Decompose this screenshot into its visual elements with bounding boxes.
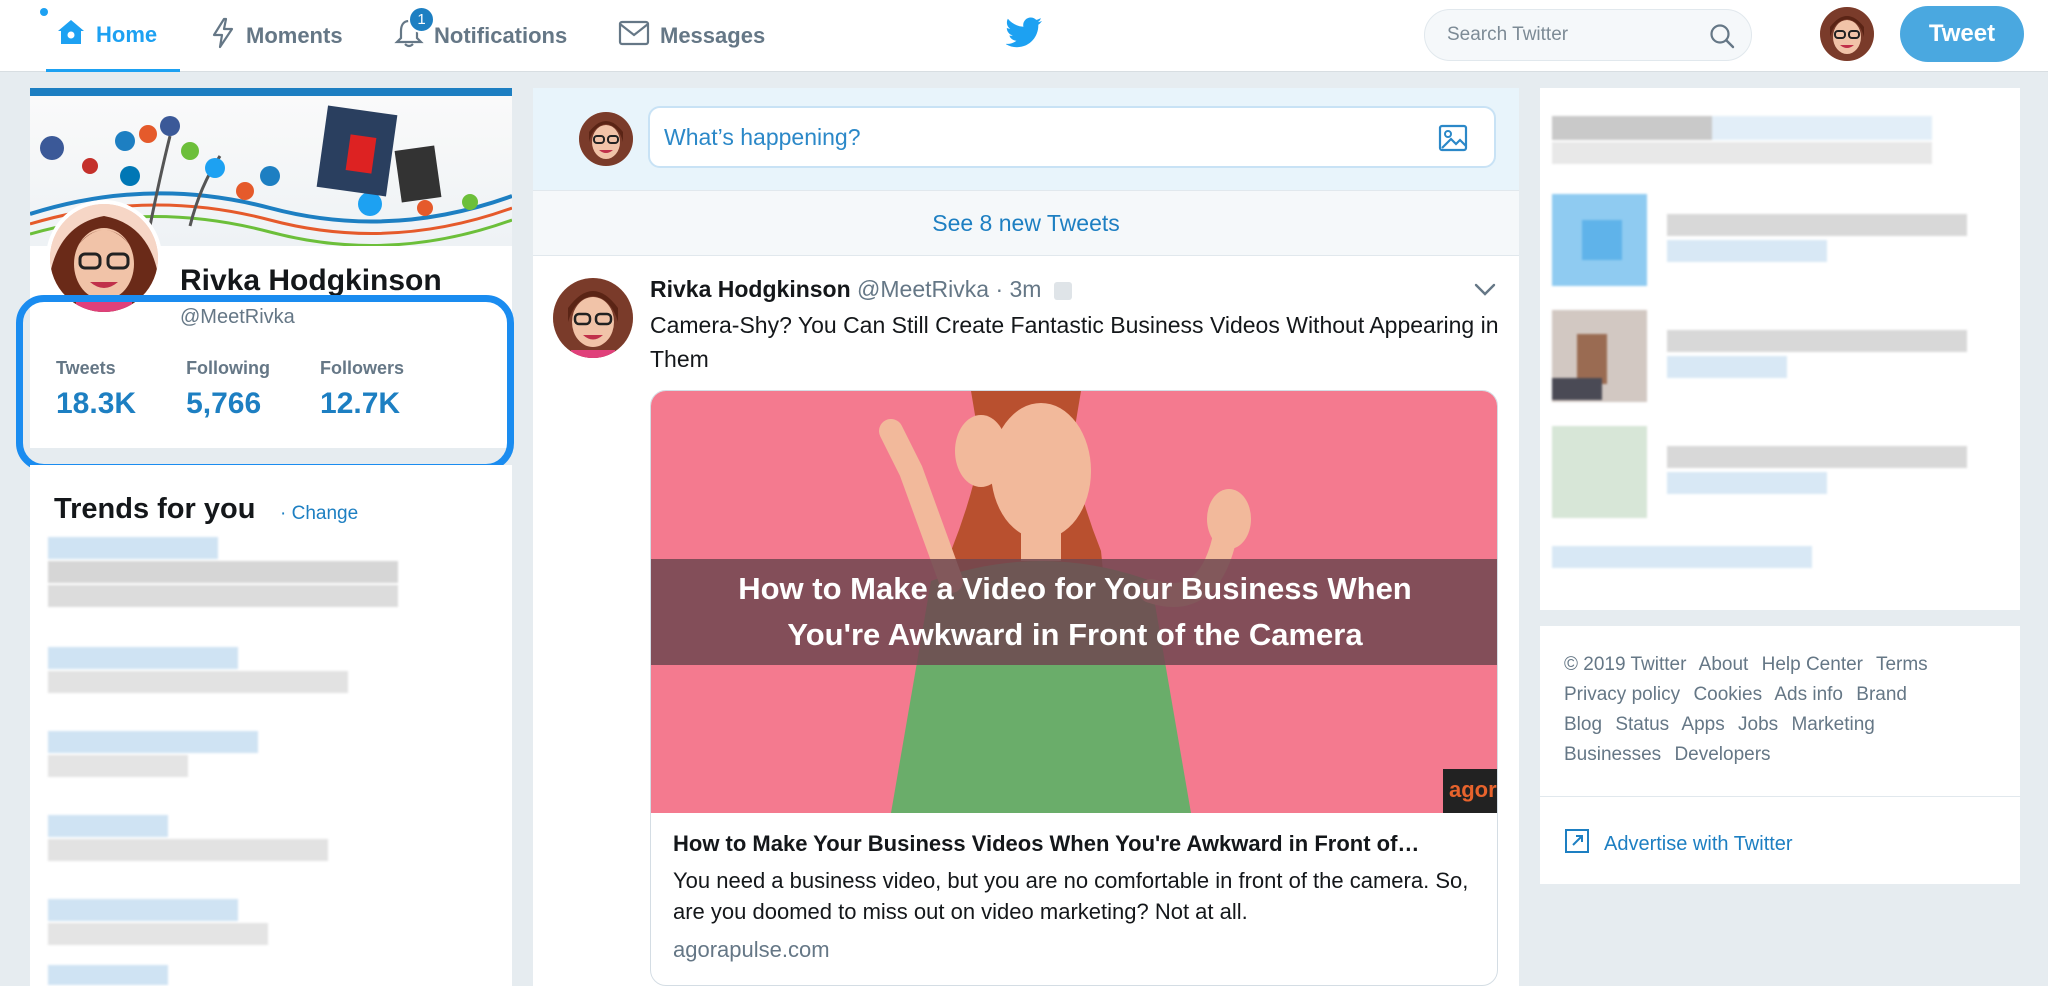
footer-links: © 2019 Twitter About Help Center Terms P… <box>1564 650 2004 770</box>
footer-link-marketing[interactable]: Marketing <box>1791 714 1874 735</box>
footer-link-status[interactable]: Status <box>1615 714 1669 735</box>
advertise-with-twitter-link[interactable]: Advertise with Twitter <box>1564 828 1793 860</box>
footer-link-cookies[interactable]: Cookies <box>1693 684 1762 705</box>
lightning-icon <box>210 17 236 55</box>
nav-moments[interactable]: Moments <box>210 0 343 72</box>
card-description: You need a business video, but you are n… <box>673 868 1469 924</box>
footer-divider <box>1540 796 2020 797</box>
tweet-avatar[interactable] <box>553 278 633 358</box>
trends-list-pixelated <box>48 537 428 985</box>
card-image-caption: How to Make a Video for Your Business Wh… <box>651 559 1497 665</box>
app-source-icon <box>1053 281 1072 300</box>
tweet-author-name[interactable]: Rivka Hodgkinson <box>650 276 851 302</box>
who-to-follow-card-pixelated <box>1540 88 2020 610</box>
footer-card: © 2019 Twitter About Help Center Terms P… <box>1540 626 2020 884</box>
footer-link-apps[interactable]: Apps <box>1681 714 1724 735</box>
agorapulse-logo: agora <box>1443 769 1497 813</box>
footer-link-businesses[interactable]: Businesses <box>1564 744 1661 765</box>
profile-name[interactable]: Rivka Hodgkinson <box>180 264 442 298</box>
envelope-icon <box>618 20 650 52</box>
link-preview-card[interactable]: How to Make a Video for Your Business Wh… <box>650 390 1498 986</box>
tweet-author-handle[interactable]: @MeetRivka <box>857 276 989 302</box>
stats-highlight-ring <box>16 295 514 471</box>
chevron-down-icon[interactable] <box>1473 282 1497 303</box>
footer-link-brand[interactable]: Brand <box>1856 684 1907 705</box>
account-avatar[interactable] <box>1820 7 1874 61</box>
footer-link-help-center[interactable]: Help Center <box>1762 654 1863 675</box>
tweet[interactable]: Rivka Hodgkinson @MeetRivka · 3m Camera-… <box>533 256 1519 986</box>
footer-link-blog[interactable]: Blog <box>1564 714 1602 735</box>
top-navigation-bar: Home Moments Notifications 1 Messages Tw… <box>0 0 2048 72</box>
see-new-tweets-bar[interactable]: See 8 new Tweets <box>533 190 1519 256</box>
footer-link-terms[interactable]: Terms <box>1876 654 1928 675</box>
external-link-icon <box>1564 828 1590 860</box>
tweet-text: Camera-Shy? You Can Still Create Fantast… <box>650 312 1499 372</box>
nav-notifications-label: Notifications <box>434 23 568 48</box>
compose-box[interactable] <box>648 106 1496 168</box>
card-image: How to Make a Video for Your Business Wh… <box>651 391 1497 813</box>
compose-input[interactable] <box>664 123 1424 151</box>
trends-change-link[interactable]: · Change <box>280 503 358 525</box>
search-box[interactable] <box>1424 9 1752 61</box>
nav-home[interactable]: Home <box>46 0 180 72</box>
nav-messages[interactable]: Messages <box>618 0 765 72</box>
footer-link-jobs[interactable]: Jobs <box>1738 714 1778 735</box>
card-image-caption-line-1: How to Make a Video for Your Business Wh… <box>738 571 1412 606</box>
footer-link-developers[interactable]: Developers <box>1674 744 1770 765</box>
search-input[interactable] <box>1447 24 1697 46</box>
compose-area <box>533 88 1519 190</box>
home-icon <box>56 17 86 53</box>
card-title[interactable]: How to Make Your Business Videos When Yo… <box>673 831 1483 857</box>
notifications-badge: 1 <box>408 6 435 33</box>
footer-link-privacy-policy[interactable]: Privacy policy <box>1564 684 1680 705</box>
tweet-header: Rivka Hodgkinson @MeetRivka · 3m <box>650 276 1072 303</box>
search-icon[interactable] <box>1709 23 1735 54</box>
card-image-caption-line-2: You're Awkward in Front of the Camera <box>787 617 1363 652</box>
tweet-button[interactable]: Tweet <box>1900 6 2024 62</box>
nav-moments-label: Moments <box>246 23 343 48</box>
tweet-timestamp[interactable]: · 3m <box>995 276 1041 302</box>
card-domain: agorapulse.com <box>673 937 830 962</box>
advertise-label: Advertise with Twitter <box>1604 832 1793 855</box>
compose-avatar <box>579 112 633 166</box>
nav-home-label: Home <box>96 21 158 47</box>
nav-messages-label: Messages <box>660 23 766 48</box>
trends-card: Trends for you · Change <box>30 465 512 986</box>
twitter-bird-logo-icon[interactable] <box>1005 16 1044 55</box>
footer-link-about[interactable]: About <box>1699 654 1749 675</box>
trends-title: Trends for you <box>54 493 256 525</box>
image-upload-icon[interactable] <box>1438 124 1468 157</box>
footer-copyright: © 2019 Twitter <box>1564 654 1687 675</box>
footer-link-ads-info[interactable]: Ads info <box>1774 684 1843 705</box>
